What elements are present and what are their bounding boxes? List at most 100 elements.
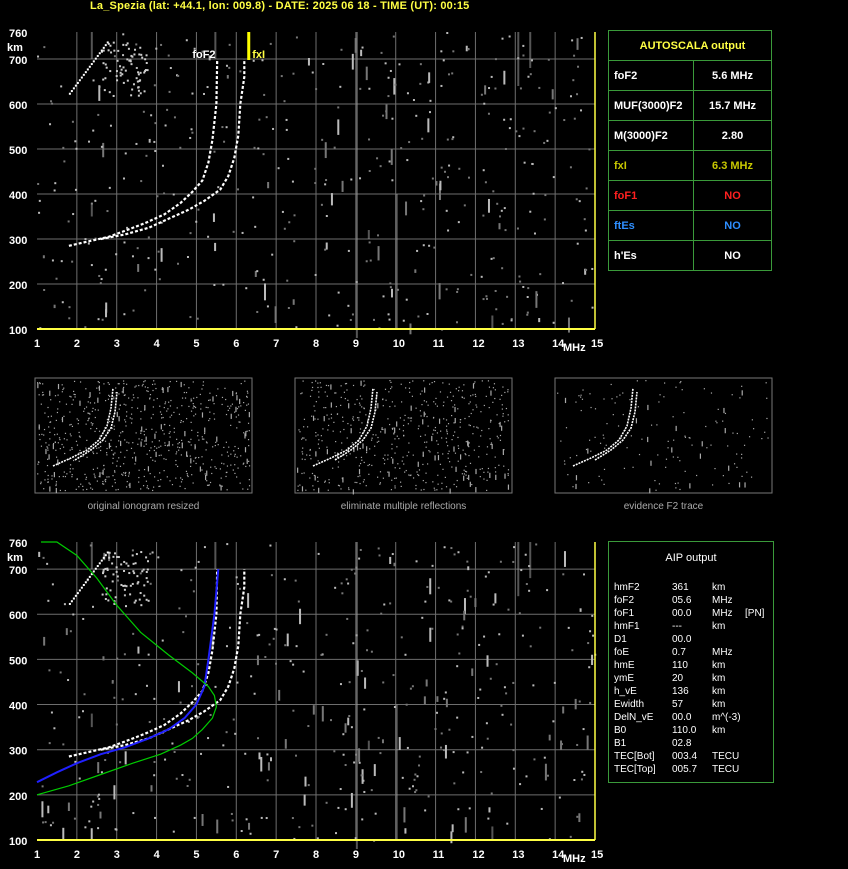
thumbnail-noise xyxy=(394,477,396,479)
thumbnail-noise xyxy=(677,456,679,458)
thumbnail-noise xyxy=(242,488,244,490)
thumbnail-noise xyxy=(63,471,65,473)
noise-pixel xyxy=(487,198,490,213)
thumbnail-noise xyxy=(326,395,328,397)
thumbnail-noise xyxy=(185,470,188,472)
thumbnail-noise xyxy=(151,383,154,386)
thumbnail-noise xyxy=(113,396,115,398)
noise-pixel xyxy=(291,817,294,820)
thumbnail-noise xyxy=(710,392,713,394)
noise-pixel xyxy=(291,180,294,183)
noise-pixel xyxy=(67,679,70,682)
noise-pixel xyxy=(521,634,524,637)
noise-pixel xyxy=(72,213,75,216)
thumbnail-noise xyxy=(493,383,496,385)
noise-pixel xyxy=(440,50,443,53)
thumbnail-noise xyxy=(722,420,724,422)
thumbnail-noise xyxy=(663,396,665,398)
autoscala-row: ftEs NO xyxy=(608,210,772,241)
thumbnail-noise xyxy=(617,425,620,427)
noise-pixel xyxy=(450,831,453,844)
thumbnail-noise xyxy=(167,386,169,393)
thumbnail-noise xyxy=(225,398,227,401)
noise-pixel xyxy=(538,86,541,89)
thumbnail-noise xyxy=(163,433,165,435)
noise-pixel xyxy=(416,775,419,778)
thumbnail-noise xyxy=(135,432,137,434)
thumbnail-noise xyxy=(358,465,361,467)
thumbnail-noise xyxy=(75,440,78,442)
thumbnail-noise xyxy=(212,396,214,402)
noise-pixel xyxy=(92,79,95,82)
thumbnail-noise xyxy=(96,452,98,454)
clutter-pixel xyxy=(143,71,146,74)
noise-pixel xyxy=(137,646,140,654)
thumbnail-noise xyxy=(409,391,411,393)
noise-pixel xyxy=(88,820,91,823)
thumbnail-noise xyxy=(150,447,152,449)
thumbnail-noise xyxy=(741,475,743,477)
noise-pixel xyxy=(250,675,253,678)
noise-pixel xyxy=(480,275,483,278)
noise-pixel xyxy=(551,89,554,100)
thumbnail-noise xyxy=(350,424,352,426)
thumbnail-noise xyxy=(187,475,189,478)
clutter-pixel xyxy=(120,563,123,566)
clutter-pixel xyxy=(98,52,101,55)
thumbnail-noise xyxy=(227,455,230,457)
noise-pixel xyxy=(368,87,371,90)
thumbnail-noise xyxy=(654,479,656,482)
thumbnail-noise xyxy=(226,451,229,453)
thumbnail-noise xyxy=(319,382,321,384)
thumbnail-noise xyxy=(49,431,51,433)
thumbnail-noise xyxy=(206,480,208,482)
thumbnail-noise xyxy=(120,432,122,434)
thumbnail-noise xyxy=(434,489,436,491)
noise-pixel xyxy=(483,102,486,105)
noise-pixel xyxy=(489,677,492,680)
thumbnail-noise xyxy=(48,454,50,460)
thumbnail-noise xyxy=(122,388,124,394)
thumbnail-noise xyxy=(237,447,239,450)
thumbnail-noise xyxy=(398,428,401,430)
thumbnail-noise xyxy=(641,438,643,440)
thumbnail-noise xyxy=(180,454,182,456)
noise-pixel xyxy=(149,552,152,555)
thumbnail-noise xyxy=(37,473,39,475)
noise-pixel xyxy=(100,771,103,774)
thumbnail-noise xyxy=(431,382,433,384)
thumbnail-noise xyxy=(59,448,61,450)
thumbnail-noise xyxy=(142,383,144,386)
thumbnail-noise xyxy=(86,488,88,491)
noise-pixel xyxy=(201,814,204,826)
thumbnail-noise xyxy=(185,391,188,394)
noise-pixel xyxy=(350,726,353,729)
autoscala-row: foF2 5.6 MHz xyxy=(608,60,772,91)
thumbnail-noise xyxy=(504,421,506,423)
thumbnail-noise xyxy=(143,445,145,447)
thumbnail-noise xyxy=(487,467,490,470)
thumbnail-noise xyxy=(151,428,153,430)
thumbnail-noise xyxy=(424,387,426,393)
noise-pixel xyxy=(390,288,393,298)
noise-pixel xyxy=(429,578,432,595)
noise-pixel xyxy=(260,816,263,819)
thumbnail-noise xyxy=(610,383,612,386)
thumbnail-noise xyxy=(89,483,91,485)
thumbnail-noise xyxy=(396,435,398,437)
thumbnail-noise xyxy=(314,418,316,420)
thumbnail-noise xyxy=(55,484,57,487)
noise-pixel xyxy=(377,547,380,550)
noise-pixel xyxy=(358,761,361,764)
thumbnail-noise xyxy=(465,474,467,476)
clutter-pixel xyxy=(129,584,132,587)
thumbnail-noise xyxy=(248,412,250,418)
thumbnail-noise xyxy=(240,405,242,407)
thumbnail-noise xyxy=(85,423,87,425)
noise-pixel xyxy=(512,749,515,752)
thumbnail-noise xyxy=(391,448,393,450)
thumbnail-noise xyxy=(404,414,406,417)
clutter-pixel xyxy=(102,570,105,573)
clutter-pixel xyxy=(135,77,138,80)
noise-pixel xyxy=(425,679,428,687)
